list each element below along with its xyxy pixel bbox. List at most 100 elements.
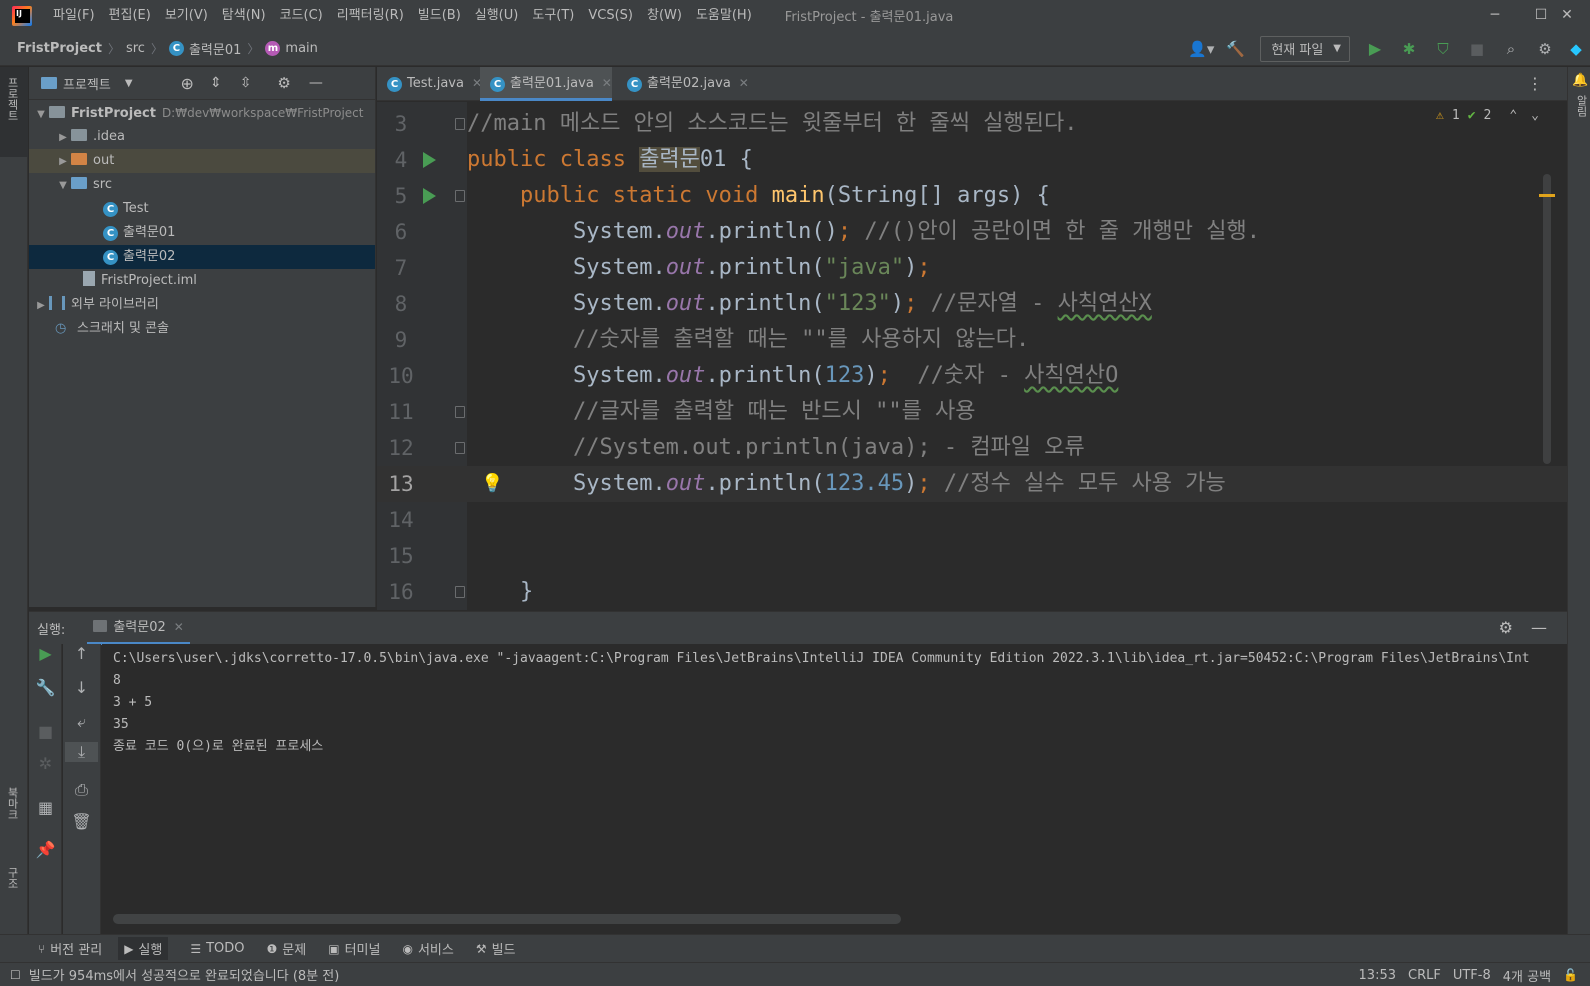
console-output[interactable]: C:\Users\user\.jdks\corretto-17.0.5\bin\… [102,644,1567,934]
build-hammer-icon[interactable]: 🔨 [1218,40,1252,58]
line-separator[interactable]: CRLF [1408,968,1441,983]
pin-icon[interactable]: 📌 [29,840,62,859]
fold-icon[interactable] [455,406,465,418]
menu-file[interactable]: 파일(F) [46,0,102,31]
run-gutter-icon[interactable] [423,188,436,204]
chevron-right-icon[interactable]: ▶ [55,126,71,150]
breadcrumb-project[interactable]: FristProject [17,41,102,56]
close-tab-icon[interactable]: ✕ [174,620,184,634]
menu-refactor[interactable]: 리팩터링(R) [330,0,411,31]
arrow-up-icon[interactable]: ↑ [65,644,98,663]
chevron-down-icon[interactable]: ▼ [125,78,133,89]
lock-icon[interactable]: 🔓 [1563,968,1578,982]
hide-panel-icon[interactable]: — [1531,618,1547,637]
chevron-down-icon[interactable]: ▼ [33,103,49,127]
tree-item-iml[interactable]: FristProject.iml [29,269,375,293]
chevron-down-icon[interactable]: ▼ [55,174,71,198]
project-stripe-button[interactable]: 프로젝트 [0,67,28,157]
tab-output02-java[interactable]: C 출력문02.java ✕ [617,67,749,101]
menu-view[interactable]: 보기(V) [158,0,215,31]
tool-build[interactable]: ⚒ 빌드 [476,939,516,959]
tree-item-output01[interactable]: C 출력문01 [29,221,375,245]
menu-edit[interactable]: 편집(E) [102,0,158,31]
project-panel-title[interactable]: 프로젝트 [63,74,111,93]
menu-vcs[interactable]: VCS(S) [581,0,640,31]
tree-item-scratches[interactable]: ◷ 스크래치 및 콘솔 [29,317,375,341]
notifications-stripe-button[interactable]: 알림 [1573,95,1589,117]
tool-terminal[interactable]: ▣ 터미널 [328,939,380,959]
trash-icon[interactable]: 🗑 [65,812,98,831]
close-window-button[interactable]: ✕ [1544,0,1590,31]
tree-item-project-root[interactable]: ▼ FristProject D:₩dev₩workspace₩FristProje… [29,101,375,125]
layout-icon[interactable]: ▦ [29,798,62,817]
file-encoding[interactable]: UTF-8 [1453,968,1491,983]
status-message[interactable]: 빌드가 954ms에서 성공적으로 완료되었습니다 (8분 전) [29,965,340,984]
fold-icon[interactable] [455,586,465,598]
fold-icon[interactable] [455,190,465,202]
settings-gear-icon[interactable]: ⚙ [1499,618,1513,637]
caret-position[interactable]: 13:53 [1359,968,1396,983]
tool-problems[interactable]: ❶ 문제 [267,939,307,959]
tool-services[interactable]: ◉ 서비스 [402,939,453,959]
print-icon[interactable]: ⎙ [65,780,98,800]
tree-item-out[interactable]: ▶ out [29,149,375,173]
run-tab-output02[interactable]: 출력문02 ✕ [87,612,190,645]
fold-icon[interactable] [455,118,465,130]
toolbox-logo-icon[interactable]: ◆ [1562,40,1590,58]
soft-wrap-icon[interactable]: ⤶ [65,712,98,732]
menu-build[interactable]: 빌드(B) [411,0,468,31]
tab-output01-java[interactable]: C 출력문01.java ✕ [480,67,612,101]
chevron-right-icon[interactable]: ▶ [33,294,49,318]
hide-panel-icon[interactable]: — [309,75,323,91]
search-icon[interactable]: ⌕ [1494,40,1528,58]
console-horizontal-scrollbar[interactable] [113,914,901,924]
tool-todo[interactable]: ☰ TODO [190,941,244,956]
tab-test-java[interactable]: C Test.java ✕ [377,67,482,101]
debug-gear-icon[interactable]: ✲ [29,754,62,773]
fold-icon[interactable] [455,442,465,454]
chevron-right-icon[interactable]: ▶ [55,150,71,174]
edit-config-wrench-icon[interactable]: 🔧 [29,678,62,697]
structure-stripe-button[interactable]: 구조 [4,867,20,889]
locate-target-icon[interactable]: ⊕ [181,74,194,93]
menu-run[interactable]: 실행(U) [468,0,526,31]
more-tabs-icon[interactable]: ⋮ [1527,74,1543,93]
debug-bug-icon[interactable]: ✱ [1392,40,1426,58]
close-tab-icon[interactable]: ✕ [739,76,749,90]
bookmarks-stripe-button[interactable]: 북마크 [4,787,20,820]
breadcrumb-method[interactable]: m main [265,40,318,56]
breadcrumb-src[interactable]: src [126,41,145,56]
run-play-icon[interactable]: ▶ [1358,39,1392,58]
expand-all-icon[interactable]: ⇕ [210,75,222,91]
menu-code[interactable]: 코드(C) [273,0,330,31]
menu-window[interactable]: 창(W) [640,0,689,31]
run-gutter-icon[interactable] [423,152,436,168]
tree-item-test[interactable]: C Test [29,197,375,221]
code-editor[interactable]: ⚠ 1 ✔ 2 ⌃ ⌄ 3 //main 메소드 안의 소스코드는 윗줄부터 한 줄… [377,102,1567,610]
menu-navigate[interactable]: 탐색(N) [215,0,273,31]
scroll-to-end-icon[interactable]: ⤓ [65,742,98,762]
run-configuration-select[interactable]: 현재 파일 ▼ [1260,35,1350,62]
notifications-bell-icon[interactable]: 🔔 [1572,73,1588,88]
stop-icon[interactable]: ■ [29,722,62,741]
menu-help[interactable]: 도움말(H) [689,0,759,31]
tree-item-idea[interactable]: ▶ .idea [29,125,375,149]
tool-version-control[interactable]: ⑂ 버전 관리 [38,939,102,959]
toggle-tool-windows-icon[interactable]: ☐ [10,968,21,982]
stop-icon[interactable]: ■ [1460,40,1494,58]
close-tab-icon[interactable]: ✕ [602,76,612,90]
coverage-shield-icon[interactable]: ⛉ [1426,40,1460,58]
collapse-all-icon[interactable]: ⇳ [240,75,252,91]
rerun-icon[interactable]: ▶ [29,644,62,663]
tree-item-output02[interactable]: C 출력문02 [29,245,375,269]
settings-gear-icon[interactable]: ⚙ [1528,40,1562,58]
arrow-down-icon[interactable]: ↓ [65,678,98,697]
tool-run[interactable]: ▶ 실행 [118,937,169,960]
indent-setting[interactable]: 4개 공백 [1503,966,1551,985]
breadcrumb-class[interactable]: C 출력문01 [168,39,241,58]
menu-tools[interactable]: 도구(T) [525,0,581,31]
settings-gear-icon[interactable]: ⚙ [277,74,290,92]
user-account-icon[interactable]: 👤▾ [1184,40,1218,58]
minimize-button[interactable]: ─ [1472,0,1518,31]
tree-item-src[interactable]: ▼ src [29,173,375,197]
